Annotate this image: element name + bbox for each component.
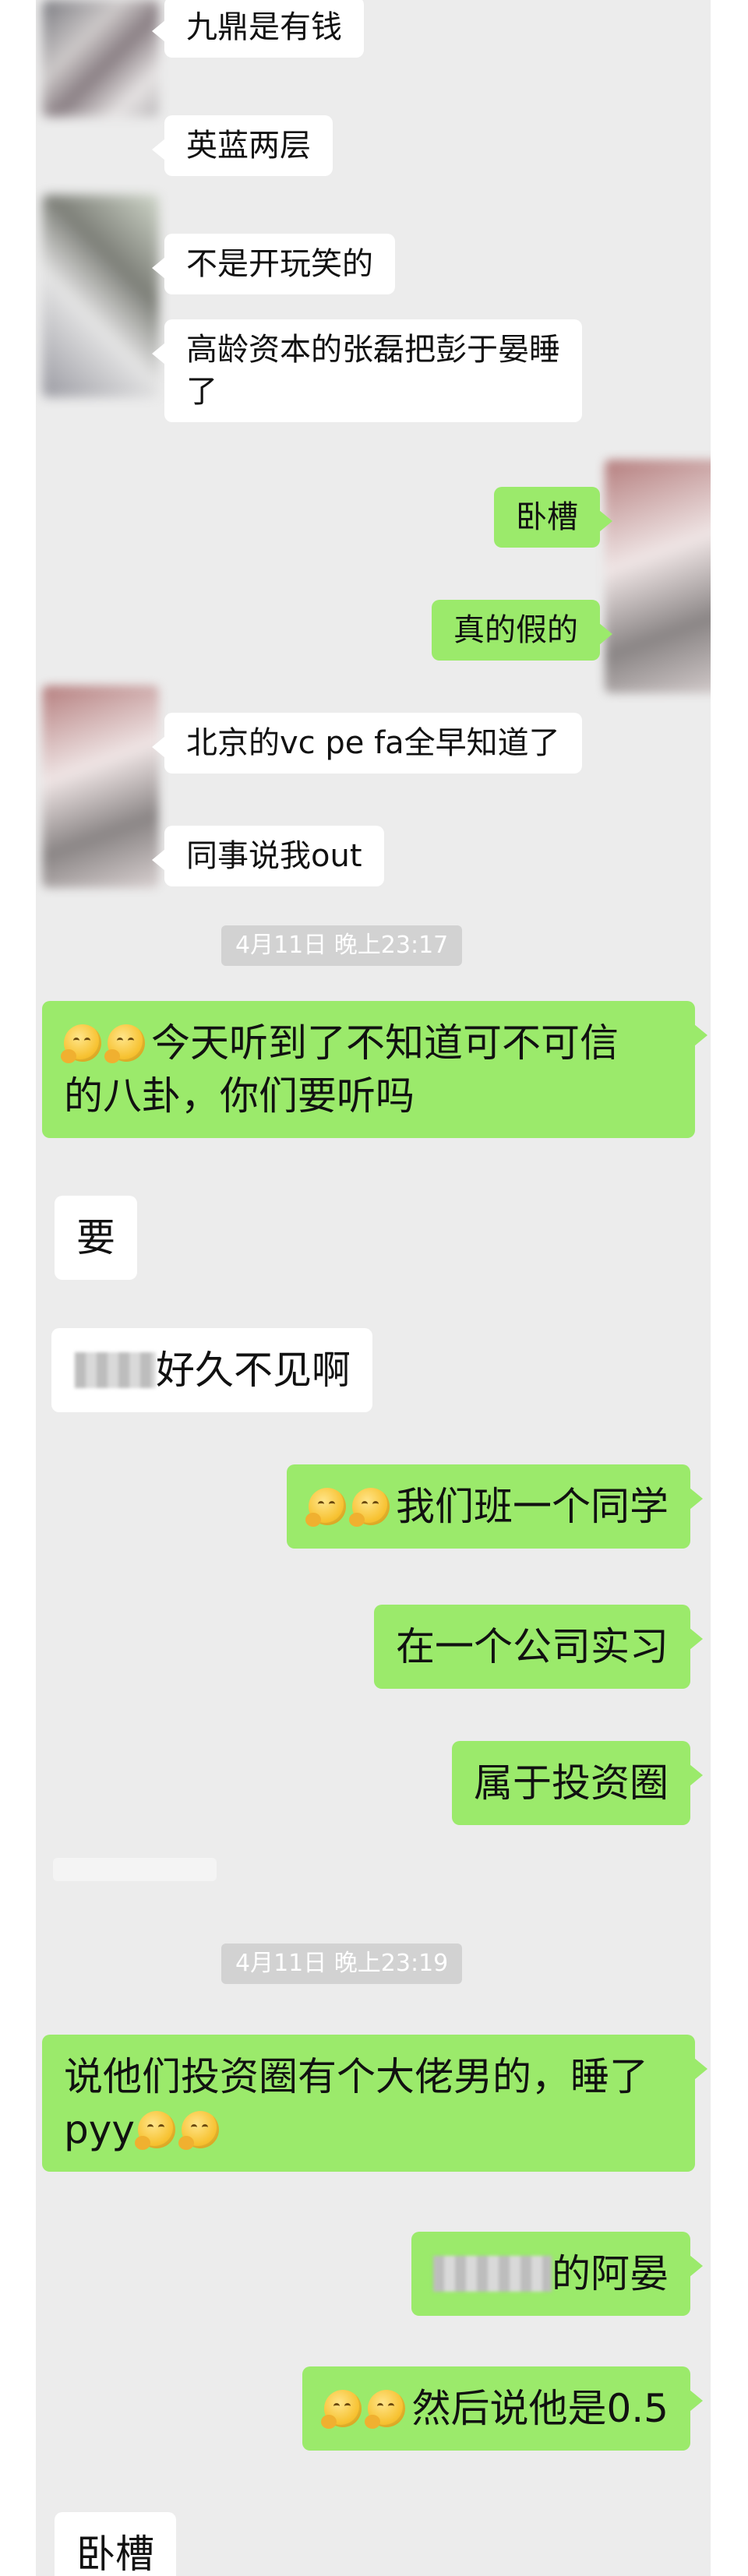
message-text: 真的假的 — [453, 612, 578, 648]
message-bubble[interactable]: 英蓝两层 — [152, 115, 333, 176]
message-bubble[interactable]: 高龄资本的张磊把彭于晏睡 了 — [152, 319, 582, 422]
message-bubble[interactable]: 说他们投资圈有个大佬男的，睡了 pyy — [42, 2035, 707, 2172]
message-bubble[interactable]: 在一个公司实习 — [374, 1605, 703, 1689]
message-text: 高龄资本的张磊把彭于晏睡 — [186, 332, 560, 368]
avatar-left-1[interactable] — [42, 0, 159, 117]
message-bubble[interactable]: 卧槽 — [55, 2512, 176, 2576]
message-bubble[interactable]: 卧槽 — [494, 487, 612, 548]
avatar-left-3[interactable] — [42, 685, 159, 888]
message-text: 要 — [76, 1215, 115, 1260]
timestamp: 4月11日 晚上23:17 — [221, 925, 463, 966]
thinking-face-icon — [134, 2110, 175, 2150]
message-bubble[interactable]: 今天听到了不知道可不可信 的八卦，你们要听吗 — [42, 1001, 707, 1138]
message-text: 然后说他是0.5 — [411, 2386, 669, 2431]
message-text: 英蓝两层 — [186, 128, 311, 164]
avatar-right[interactable] — [605, 460, 711, 693]
chat-panel-top: 九鼎是有钱 英蓝两层 不是开玩笑的 高龄资本的张磊把彭于晏睡 了 卧槽 真的假的… — [36, 0, 711, 919]
thinking-face-icon — [178, 2110, 219, 2150]
message-text-line2: 了 — [186, 374, 217, 410]
message-text: 我们班一个同学 — [396, 1484, 669, 1529]
message-bubble[interactable]: 好久不见啊 — [51, 1328, 372, 1412]
message-text: 好久不见啊 — [156, 1348, 351, 1393]
thinking-face-icon — [365, 2389, 406, 2429]
message-bubble[interactable]: 要 — [55, 1196, 137, 1280]
message-text-line2: 的八卦，你们要听吗 — [64, 1073, 415, 1119]
message-bubble[interactable]: 不是开玩笑的 — [152, 234, 395, 294]
thinking-face-icon — [104, 1024, 145, 1063]
message-text: 不是开玩笑的 — [186, 246, 373, 282]
message-text: 在一个公司实习 — [396, 1624, 669, 1669]
message-bubble[interactable]: 九鼎是有钱 — [152, 0, 364, 58]
message-bubble[interactable]: 我们班一个同学 — [287, 1464, 703, 1549]
message-bubble[interactable]: 真的假的 — [432, 600, 612, 661]
message-text-line2: pyy — [64, 2107, 135, 2152]
thinking-face-icon — [305, 1487, 346, 1527]
message-bubble[interactable]: 北京的vc pe fa全早知道了 — [152, 713, 582, 774]
message-text: 北京的vc pe fa全早知道了 — [186, 725, 560, 761]
message-text: 的阿晏 — [552, 2251, 669, 2296]
message-text: 九鼎是有钱 — [186, 9, 342, 45]
thinking-face-icon — [349, 1487, 390, 1527]
thinking-face-icon — [61, 1024, 101, 1063]
message-text: 卧槽 — [76, 2532, 154, 2576]
cropped-message-stub — [53, 1858, 217, 1881]
message-text: 卧槽 — [516, 499, 578, 535]
message-text: 同事说我out — [186, 838, 362, 874]
message-bubble[interactable]: 属于投资圈 — [452, 1741, 703, 1825]
message-bubble[interactable]: 然后说他是0.5 — [302, 2366, 703, 2451]
message-bubble[interactable]: 同事说我out — [152, 826, 384, 886]
avatar-left-2[interactable] — [42, 195, 159, 397]
thinking-face-icon — [321, 2389, 362, 2429]
message-bubble[interactable]: 的阿晏 — [411, 2232, 703, 2316]
timestamp: 4月11日 晚上23:19 — [221, 1943, 463, 1984]
message-text: 属于投资圈 — [474, 1760, 669, 1806]
redacted-text — [75, 1351, 156, 1388]
redacted-text — [433, 2255, 552, 2292]
message-text: 今天听到了不知道可不可信 — [151, 1020, 619, 1066]
message-text: 说他们投资圈有个大佬男的，睡了 — [64, 2054, 648, 2099]
chat-panel-bottom: 4月11日 晚上23:17 今天听到了不知道可不可信 的八卦，你们要听吗 要 好… — [36, 919, 711, 2576]
